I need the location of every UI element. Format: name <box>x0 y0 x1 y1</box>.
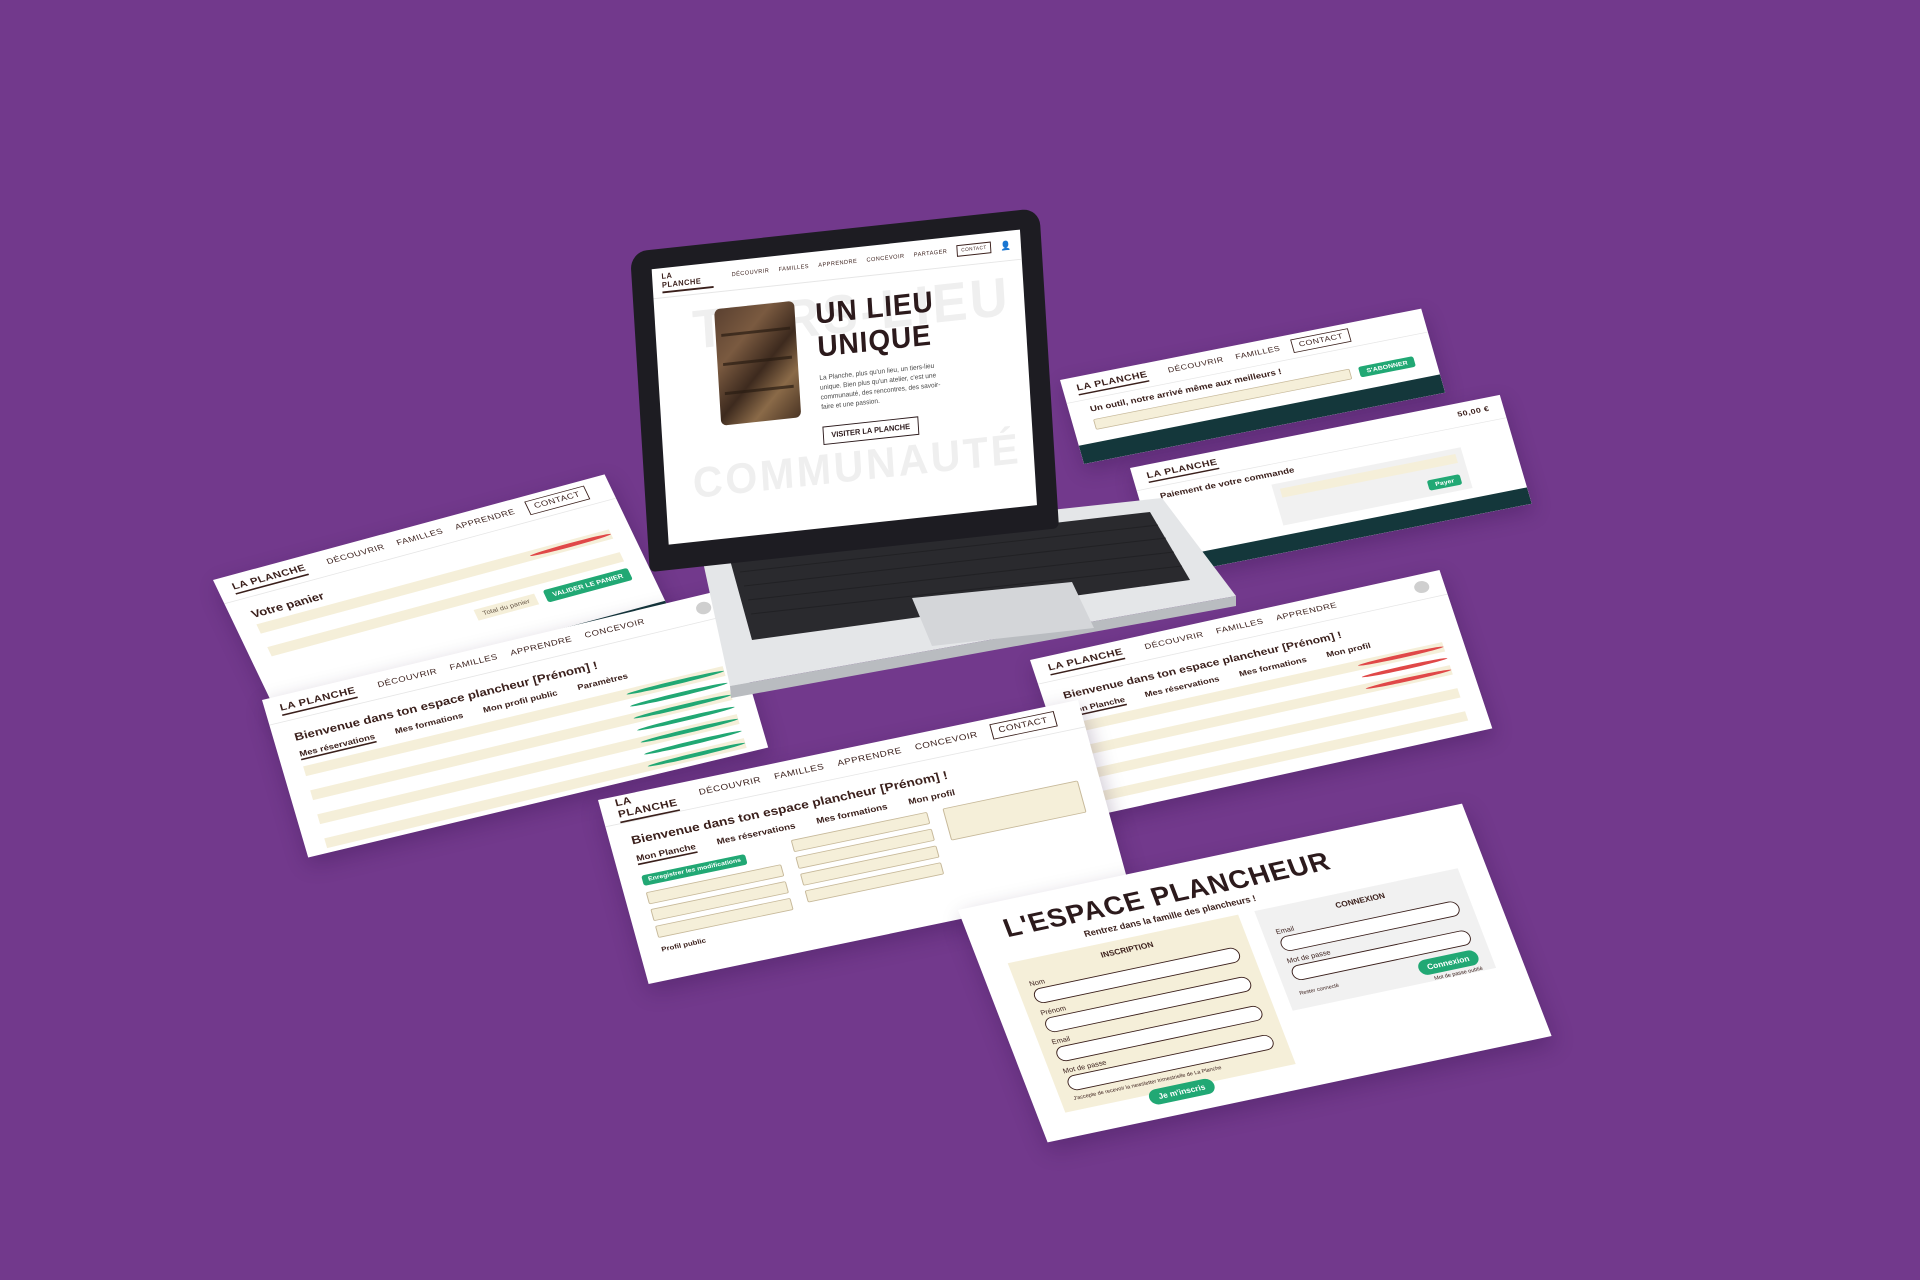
user-icon[interactable]: 👤 <box>1000 240 1012 252</box>
shelf <box>721 326 791 337</box>
mockup-scene: LA PLANCHE DÉCOUVRIR FAMILLES APPRENDRE … <box>0 0 1920 1280</box>
nav-item-concevoir[interactable]: CONCEVOIR <box>866 254 904 264</box>
shelf <box>723 355 792 366</box>
laptop-screen: LA PLANCHE DÉCOUVRIR FAMILLES APPRENDRE … <box>651 229 1037 545</box>
laptop-lid: LA PLANCHE DÉCOUVRIR FAMILLES APPRENDRE … <box>630 208 1059 573</box>
nav-item-familles[interactable]: FAMILLES <box>778 264 809 273</box>
nav-item-apprendre[interactable]: APPRENDRE <box>818 259 857 269</box>
shelf <box>724 384 794 396</box>
logo[interactable]: LA PLANCHE <box>661 266 714 294</box>
laptop-base <box>700 498 1236 698</box>
nav-item-decouvrir[interactable]: DÉCOUVRIR <box>732 268 770 278</box>
hero-description: La Planche, plus qu'un lieu, un tiers-li… <box>819 362 941 412</box>
nav-item-partager[interactable]: PARTAGER <box>914 249 948 258</box>
workshop-image <box>714 300 802 426</box>
contact-button[interactable]: CONTACT <box>956 241 992 257</box>
